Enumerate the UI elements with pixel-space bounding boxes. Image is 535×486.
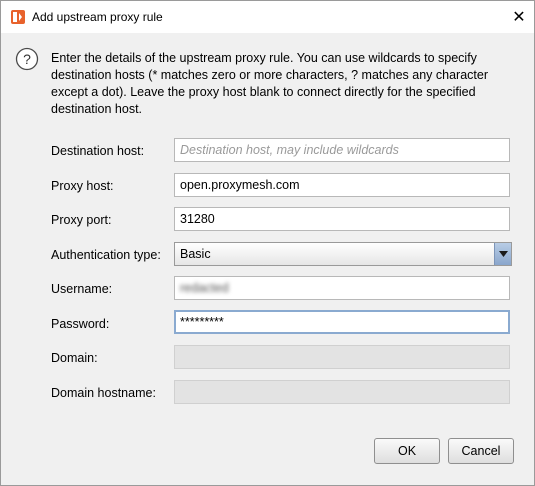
auth-type-value: Basic <box>180 247 211 261</box>
proxy-host-label: Proxy host: <box>51 179 114 193</box>
username-label: Username: <box>51 282 113 296</box>
chevron-down-icon[interactable] <box>494 243 511 265</box>
domain-hostname-label: Domain hostname: <box>51 386 156 400</box>
password-label: Password: <box>51 317 110 331</box>
window-title: Add upstream proxy rule <box>32 10 163 24</box>
close-icon: ✕ <box>512 9 526 26</box>
username-input[interactable]: redacted <box>174 276 510 300</box>
close-button[interactable]: ✕ <box>504 1 534 33</box>
proxy-port-label: Proxy port: <box>51 213 112 227</box>
auth-type-select[interactable]: Basic <box>174 242 512 266</box>
svg-text:?: ? <box>23 51 31 67</box>
password-input[interactable]: ********* <box>174 310 510 334</box>
proxy-port-input[interactable]: 31280 <box>174 207 510 231</box>
destination-host-input[interactable]: Destination host, may include wildcards <box>174 138 510 162</box>
cancel-button[interactable]: Cancel <box>448 438 514 464</box>
domain-label: Domain: <box>51 351 98 365</box>
username-value-redacted: redacted <box>180 281 229 295</box>
question-icon: ? <box>15 47 39 71</box>
burp-app-icon <box>11 10 25 24</box>
domain-hostname-input[interactable] <box>174 380 510 404</box>
ok-button[interactable]: OK <box>374 438 440 464</box>
auth-type-label: Authentication type: <box>51 248 161 262</box>
proxy-host-input[interactable]: open.proxymesh.com <box>174 173 510 197</box>
title-bar[interactable]: Add upstream proxy rule ✕ <box>1 1 534 33</box>
description-text: Enter the details of the upstream proxy … <box>51 51 488 116</box>
dialog-content: ? Enter the details of the upstream prox… <box>1 33 534 485</box>
destination-host-label: Destination host: <box>51 144 145 158</box>
dialog-window: Add upstream proxy rule ✕ ? Enter the de… <box>0 0 535 486</box>
domain-input[interactable] <box>174 345 510 369</box>
